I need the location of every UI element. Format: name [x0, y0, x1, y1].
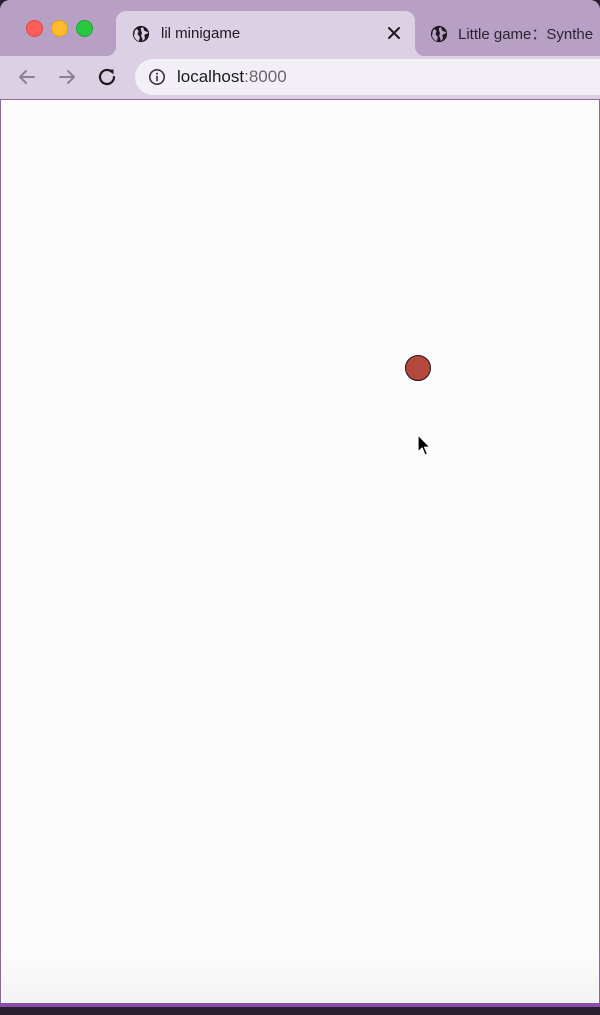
page-viewport[interactable]: [0, 99, 600, 1004]
tab-title: lil minigame: [161, 25, 241, 42]
game-player-circle: [405, 355, 431, 381]
globe-icon: [132, 25, 150, 42]
browser-toolbar: localhost:8000: [0, 56, 600, 99]
tab-lil-minigame[interactable]: lil minigame: [106, 11, 425, 56]
close-tab-icon[interactable]: [385, 24, 403, 42]
reload-icon[interactable]: [95, 65, 119, 89]
url-text[interactable]: localhost:8000: [177, 67, 287, 87]
arrow-left-icon[interactable]: [15, 65, 39, 89]
close-window-button[interactable]: [26, 20, 43, 37]
arrow-right-icon[interactable]: [55, 65, 79, 89]
bottom-edge: [0, 1007, 600, 1015]
browser-window: lil minigame Little game：Synthe localhos…: [0, 0, 600, 1015]
globe-icon: [430, 25, 448, 42]
zoom-window-button[interactable]: [76, 20, 93, 37]
mouse-cursor-icon: [417, 434, 431, 456]
tab-little-game[interactable]: Little game：Synthe: [430, 11, 600, 56]
info-icon[interactable]: [148, 68, 166, 86]
url-host: localhost: [177, 67, 245, 86]
url-port: :8000: [244, 67, 287, 86]
minimize-window-button[interactable]: [51, 20, 68, 37]
address-bar[interactable]: localhost:8000: [135, 59, 600, 95]
tab-strip: lil minigame Little game：Synthe: [0, 0, 600, 56]
tab-title: Little game：Synthe: [458, 26, 594, 43]
